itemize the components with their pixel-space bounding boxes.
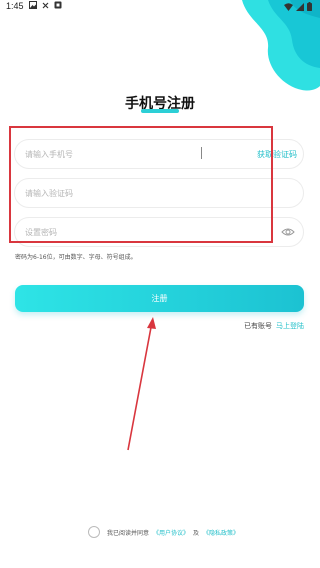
wifi-icon [284,2,293,11]
login-prompt: 已有账号 [244,322,272,330]
agreement-prefix: 我已阅读并同意 [107,529,150,537]
signal-icon [296,2,304,11]
image-icon [29,1,37,9]
eye-icon[interactable] [281,226,295,238]
login-link[interactable]: 马上登陆 [276,321,304,331]
battery-icon [307,2,312,11]
privacy-policy-link[interactable]: 《隐私政策》 [203,528,239,537]
status-bar: 1:45 [0,0,320,14]
agreement-conjunction: 及 [193,529,200,537]
agreement-row: 我已阅读并同意 《用户协议》 及 《隐私政策》 [88,526,239,538]
highlight-box [9,126,273,243]
close-icon [42,2,49,8]
status-time: 1:45 [6,1,24,11]
agreement-checkbox[interactable] [88,526,100,538]
register-button[interactable]: 注册 [15,285,304,312]
password-hint: 密码为6-16位，可由数字、字母、符号组成。 [15,254,137,261]
status-notification-icons [29,1,62,9]
status-system-icons [284,2,312,11]
login-row: 已有账号 马上登陆 [244,321,304,331]
app-notification-icon [54,1,62,9]
title-underline [141,109,179,113]
decorative-blob [242,0,320,91]
user-agreement-link[interactable]: 《用户协议》 [153,528,189,537]
